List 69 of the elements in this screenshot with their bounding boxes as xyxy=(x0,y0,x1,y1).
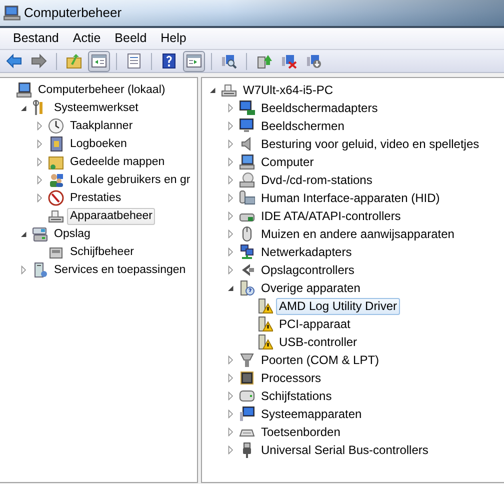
unknown-device-icon xyxy=(239,280,255,296)
menu-item[interactable]: Help xyxy=(154,27,194,50)
processor-icon xyxy=(239,370,255,386)
disable-device-icon xyxy=(306,53,322,69)
tree-item[interactable]: W7Ult-x64-i5-PC xyxy=(240,82,336,98)
scan-hardware-icon xyxy=(221,53,237,69)
tree-item[interactable]: Netwerkadapters xyxy=(258,244,355,260)
tree-item[interactable]: Computerbeheer (lokaal) xyxy=(35,82,168,98)
optical-drive-icon xyxy=(239,172,255,188)
help-icon xyxy=(161,53,177,69)
tree-item[interactable]: Processors xyxy=(258,370,324,386)
tree-item[interactable]: Universal Serial Bus-controllers xyxy=(258,442,432,458)
tree-item[interactable]: Services en toepassingen xyxy=(51,262,189,278)
tree-item[interactable]: Logboeken xyxy=(67,136,130,152)
folder-up-icon xyxy=(66,53,82,69)
display-adapter-icon xyxy=(239,100,255,116)
tree-item[interactable]: Prestaties xyxy=(67,190,124,206)
tree-item[interactable]: Schijfbeheer xyxy=(67,244,137,260)
tree-item[interactable]: Systeemapparaten xyxy=(258,406,365,422)
update-driver-icon xyxy=(256,53,272,69)
tree-item[interactable]: IDE ATA/ATAPI-controllers xyxy=(258,208,404,224)
tree-item[interactable]: Apparaatbeheer xyxy=(67,208,156,224)
tree-item[interactable]: Lokale gebruikers en gr xyxy=(67,172,194,188)
tree-item[interactable]: Muizen en andere aanwijsapparaten xyxy=(258,226,458,242)
port-icon xyxy=(239,352,255,368)
storage-icon xyxy=(32,226,48,242)
network-icon xyxy=(239,244,255,260)
tree-item[interactable]: Besturing voor geluid, video en spelletjes xyxy=(258,136,482,152)
properties-icon xyxy=(126,53,142,69)
tree-item[interactable]: Schijfstations xyxy=(258,388,335,404)
computer-icon xyxy=(16,82,32,98)
monitor-icon xyxy=(239,118,255,134)
shared-folder-icon xyxy=(48,154,64,170)
tree-item[interactable]: Poorten (COM & LPT) xyxy=(258,352,382,368)
pane-icon xyxy=(91,53,107,69)
tree-item[interactable]: Taakplanner xyxy=(67,118,136,134)
menu-item[interactable]: Actie xyxy=(66,27,108,50)
computer-icon xyxy=(239,154,255,170)
tree-item[interactable]: Human Interface-apparaten (HID) xyxy=(258,190,443,206)
menu-item[interactable]: Beeld xyxy=(108,27,154,50)
clock-icon xyxy=(48,118,64,134)
tree-item[interactable]: USB-controller xyxy=(276,334,360,350)
toolbar-button[interactable] xyxy=(183,50,205,72)
input-device-icon xyxy=(239,190,255,206)
computer-icon xyxy=(3,4,21,22)
pane-icon xyxy=(186,53,202,69)
tree-item[interactable]: AMD Log Utility Driver xyxy=(276,298,400,314)
window-title: Computerbeheer xyxy=(24,4,122,22)
tree-item[interactable]: Dvd-/cd-rom-stations xyxy=(258,172,376,188)
tree-item[interactable]: Beeldschermen xyxy=(258,118,348,134)
tree-item[interactable]: Gedeelde mappen xyxy=(67,154,168,170)
tree-item[interactable]: Systeemwerkset xyxy=(51,100,142,116)
server-icon xyxy=(32,262,48,278)
tree-item[interactable]: PCI-apparaat xyxy=(276,316,354,332)
tree-item[interactable]: Toetsenborden xyxy=(258,424,344,440)
forward-arrow-icon xyxy=(31,53,47,69)
menu-item[interactable]: Bestand xyxy=(6,27,66,50)
tree-item[interactable]: Opslagcontrollers xyxy=(258,262,358,278)
uninstall-icon xyxy=(281,53,297,69)
book-icon xyxy=(48,136,64,152)
back-arrow-icon xyxy=(6,53,22,69)
tree-item[interactable]: Beeldschermadapters xyxy=(258,100,381,116)
system-device-icon xyxy=(239,406,255,422)
users-icon xyxy=(48,172,64,188)
tree-item[interactable]: Overige apparaten xyxy=(258,280,364,296)
tree-item[interactable]: Computer xyxy=(258,154,317,170)
drive-icon xyxy=(239,388,255,404)
tree-item[interactable]: Opslag xyxy=(51,226,94,242)
toolbar-button[interactable] xyxy=(88,50,110,72)
